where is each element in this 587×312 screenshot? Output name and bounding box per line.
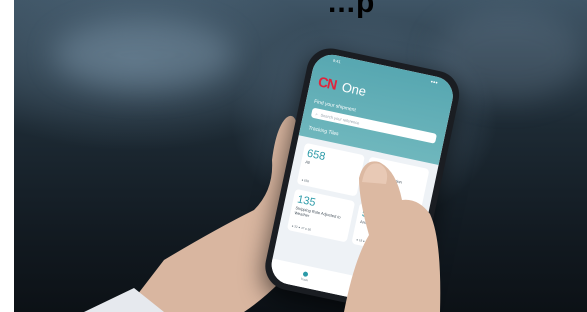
caption-text: ...p	[328, 0, 376, 19]
right-hand	[344, 161, 441, 312]
photo-background: 9:41 ●●● CN One Find your shipment ⌕ Sea…	[14, 0, 587, 312]
